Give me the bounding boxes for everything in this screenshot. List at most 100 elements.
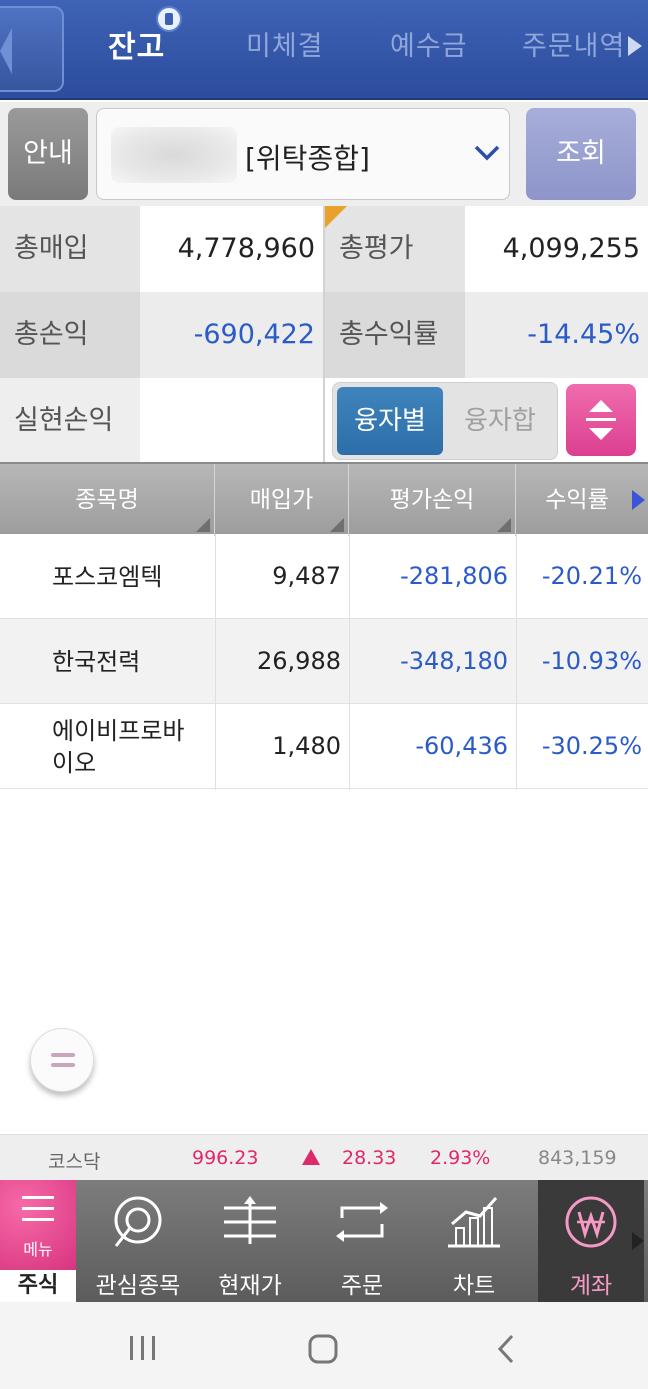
return-rate: -30.25% [541,732,642,760]
nav-favorites[interactable]: 관심종목 [82,1180,194,1302]
total-eval-value: 4,099,255 [465,206,648,292]
stock-category-label[interactable]: 주식 [0,1270,76,1302]
order-icon [336,1202,388,1242]
balance-summary: 총매입 4,778,960 총평가 4,099,255 총손익 -690,422… [0,206,648,464]
account-row: 안내 [위탁종합] 조회 [0,102,648,206]
home-icon[interactable] [308,1334,338,1364]
equals-icon-bar [51,1063,75,1067]
purchase-price: 1,480 [272,732,341,760]
back-icon[interactable] [494,1334,518,1364]
column-divider [215,534,216,790]
table-row[interactable]: 에이비프로바이오 1,480 -60,436 -30.25% [0,704,648,789]
nav-account[interactable]: 계좌 [538,1180,644,1302]
nav-current-price[interactable]: 현재가 [194,1180,306,1302]
column-divider [349,534,350,790]
purchase-price: 26,988 [257,647,341,675]
table-row[interactable]: 한국전력 26,988 -348,180 -10.93% [0,619,648,704]
summary-divider [323,206,325,462]
realized-pl-label: 실현손익 [0,378,140,464]
chevron-down-icon [474,145,500,161]
system-navigation-bar [0,1302,648,1389]
account-select[interactable]: [위탁종합] [96,108,510,200]
bottom-navigation: 메뉴 주식 관심종목 현재가 주문 차트 계좌 [0,1180,648,1302]
nav-chart-label: 차트 [452,1273,496,1299]
total-rate-label: 총수익률 [325,292,465,378]
total-pl-label: 총손익 [0,292,140,378]
favorites-icon [114,1196,162,1247]
header-stock-name-label: 종목명 [75,487,139,513]
eval-pl: -60,436 [415,732,508,760]
app-screen: 잔고 미체결 예수금 주문내역 안내 [위탁종합] 조회 총매입 4,778,9… [0,0,648,1389]
floating-menu-button[interactable] [30,1028,94,1092]
loan-toggle: 융자별 융자합 [332,382,558,460]
menu-label: 메뉴 [23,1240,53,1259]
total-purchase-label: 총매입 [0,206,140,292]
expand-collapse-button[interactable] [566,384,636,456]
corner-marker-icon [325,206,347,228]
nav-current-price-label: 현재가 [218,1273,282,1299]
back-button[interactable] [0,6,64,92]
stock-name: 포스코엠텍 [52,562,163,591]
ticker-volume: 843,159 [538,1147,617,1169]
total-pl-value: -690,422 [140,292,323,378]
equals-icon [51,1053,75,1057]
header-purchase-price[interactable]: 매입가 [215,464,349,536]
refresh-icon[interactable] [156,6,182,32]
stock-name: 한국전력 [52,647,141,676]
hamburger-icon-bar [22,1218,54,1221]
total-purchase-value: 4,778,960 [140,206,323,292]
up-down-arrows-icon [586,400,616,440]
total-rate-value: -14.45% [465,292,648,378]
query-button[interactable]: 조회 [526,108,636,200]
nav-order-label: 주문 [340,1273,384,1299]
tab-deposit[interactable]: 예수금 [390,24,468,63]
header-purchase-price-label: 매입가 [249,487,314,513]
return-rate: -10.93% [541,647,642,675]
eval-pl: -348,180 [400,647,508,675]
chart-icon [448,1197,500,1248]
recent-apps-icon[interactable] [128,1334,158,1362]
return-rate: -20.21% [541,562,642,590]
purchase-price: 9,487 [272,562,341,590]
tab-balance[interactable]: 잔고 [108,22,165,66]
header-stock-name[interactable]: 종목명 [0,464,215,536]
nav-chart[interactable]: 차트 [418,1180,530,1302]
hamburger-icon [22,1196,54,1199]
tab-order-history[interactable]: 주문내역 [522,24,625,63]
top-tab-bar: 잔고 미체결 예수금 주문내역 [0,0,648,100]
sort-corner-icon [497,518,511,532]
realized-pl-value [140,378,323,464]
current-price-icon [224,1196,276,1244]
table-row[interactable]: 포스코엠텍 9,487 -281,806 -20.21% [0,534,648,619]
hamburger-icon-bar [22,1207,54,1210]
loan-by-item-toggle[interactable]: 융자별 [337,387,443,455]
table-header: 종목명 매입가 평가손익 수익률 [0,462,648,536]
info-button[interactable]: 안내 [8,108,88,200]
header-return-rate-label: 수익률 [545,487,609,513]
up-triangle-icon [302,1149,320,1165]
sort-corner-icon [196,518,210,532]
account-type: [위탁종합] [245,142,370,175]
market-ticker[interactable]: 코스닥 996.23 28.33 2.93% 843,159 [0,1134,648,1180]
header-eval-pl-label: 평가손익 [389,487,475,513]
won-account-icon [565,1196,617,1248]
back-arrow-icon [0,28,12,74]
ticker-value: 996.23 [192,1147,259,1169]
nav-favorites-label: 관심종목 [95,1273,181,1299]
account-number-masked [111,127,237,183]
ticker-rate: 2.93% [430,1147,491,1169]
menu-button[interactable]: 메뉴 [0,1180,76,1270]
loan-sum-toggle[interactable]: 융자합 [447,387,553,455]
ticker-change: 28.33 [342,1147,397,1169]
tab-scroll-right-icon[interactable] [628,36,642,56]
tab-unfilled[interactable]: 미체결 [246,24,324,63]
header-return-rate[interactable]: 수익률 [516,464,648,536]
header-eval-pl[interactable]: 평가손익 [349,464,516,536]
nav-scroll-right-icon[interactable] [632,1232,644,1250]
nav-order[interactable]: 주문 [306,1180,418,1302]
scroll-columns-right-icon[interactable] [632,490,645,510]
stock-name: 에이비프로바이오 [52,716,185,777]
column-divider [516,534,517,790]
eval-pl: -281,806 [400,562,508,590]
sort-corner-icon [330,518,344,532]
